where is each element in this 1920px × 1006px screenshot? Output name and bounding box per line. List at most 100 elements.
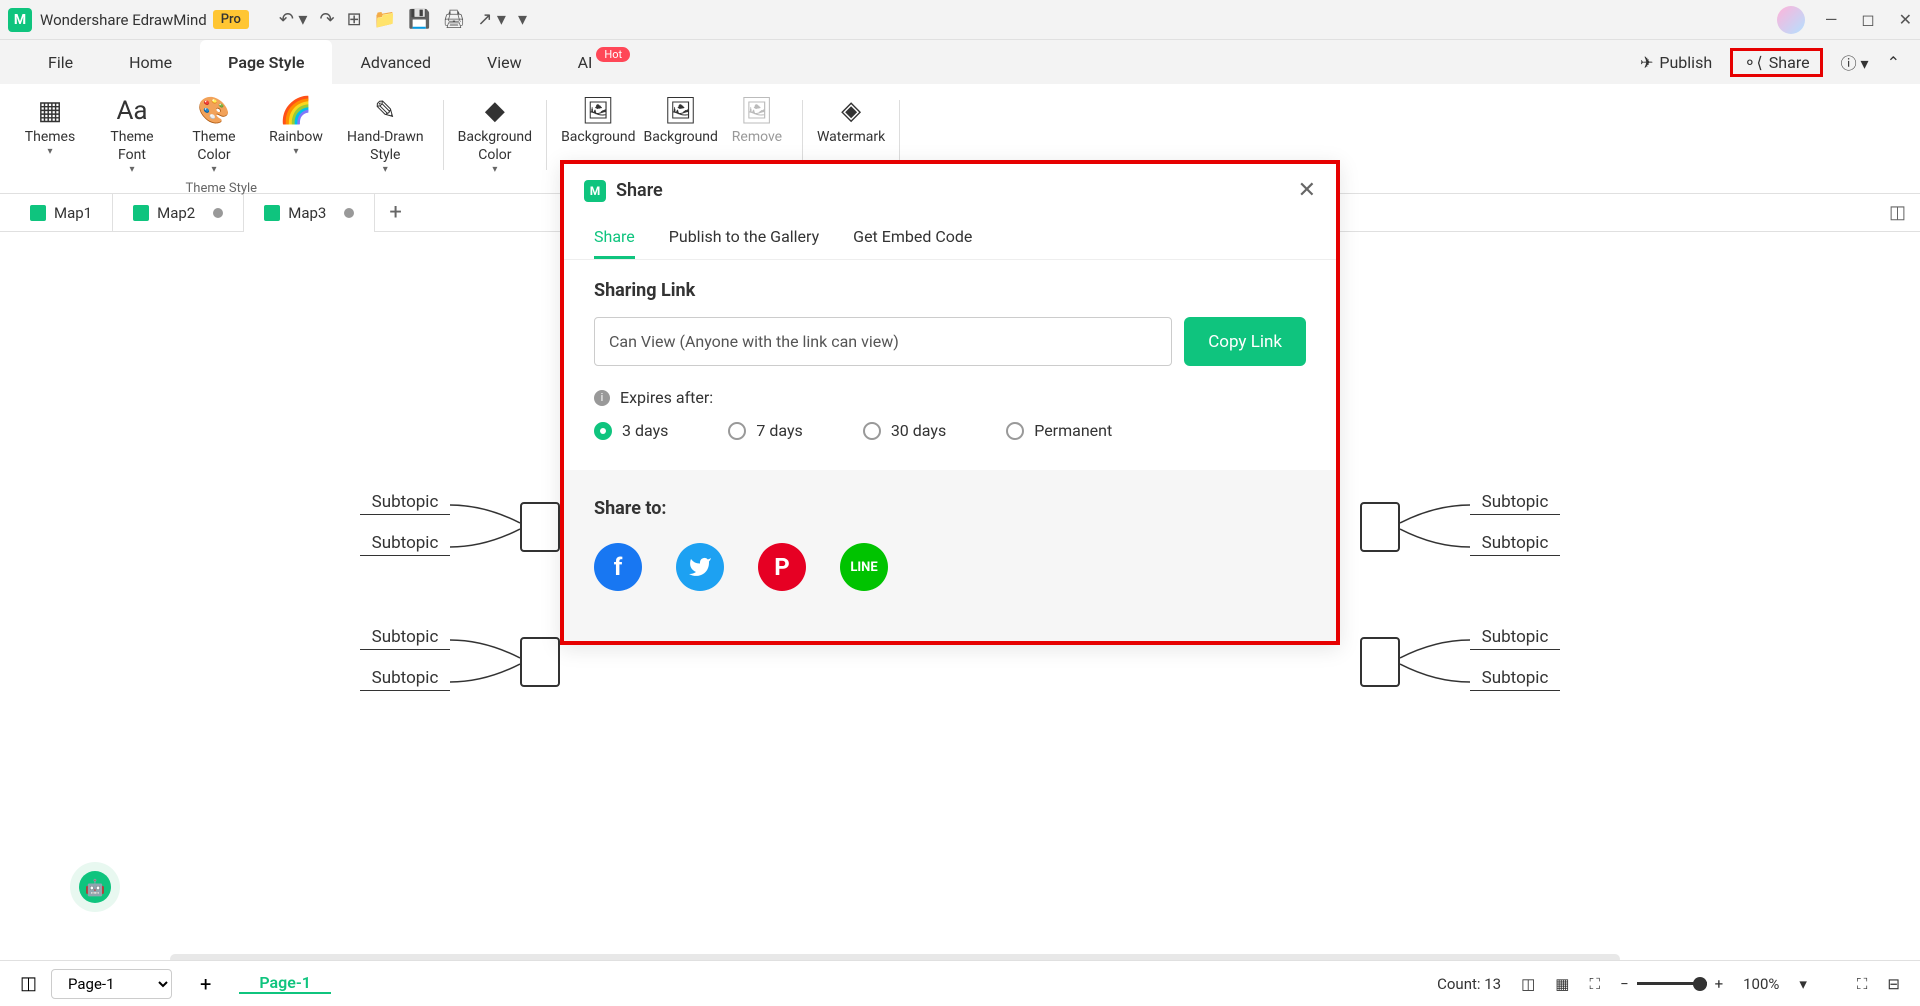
dialog-header: M Share ✕ [564,164,1336,217]
bg-color-button[interactable]: ◆ BackgroundColor ▾ [454,92,536,177]
subtopic-node[interactable]: Subtopic [360,668,450,691]
view-mode-1[interactable]: ◫ [1521,975,1535,993]
add-tab-button[interactable]: + [375,200,415,225]
fit-page-button[interactable]: ⛶ [1589,975,1600,993]
radio-7days[interactable]: 7 days [728,421,802,440]
zoom-slider[interactable]: − + [1620,975,1723,993]
rainbow-button[interactable]: 🌈 Rainbow ▾ [261,92,331,177]
share-link-input[interactable] [594,317,1172,366]
topic-box[interactable] [520,637,560,687]
pinterest-button[interactable]: P [758,543,806,591]
tab-map1[interactable]: Map1 [10,194,113,232]
minimize-button[interactable]: — [1825,10,1838,29]
help-button[interactable]: ⓘ ▾ [1841,50,1869,74]
zoom-out-button[interactable]: − [1620,975,1629,993]
subtopic-node[interactable]: Subtopic [1470,492,1560,515]
twitter-button[interactable] [676,543,724,591]
ai-assistant-button[interactable]: 🤖 [70,862,120,912]
dialog-title: Share [616,180,1298,201]
undo-button[interactable]: ↶ ▾ [279,9,308,30]
menu-file[interactable]: File [20,40,101,84]
radio-label: Permanent [1034,421,1112,440]
subtopic-node[interactable]: Subtopic [1470,627,1560,650]
close-button[interactable]: ✕ [1899,10,1912,29]
zoom-dropdown[interactable]: ▾ [1799,975,1807,993]
publish-button[interactable]: ✈ Publish [1640,53,1712,72]
menu-view[interactable]: View [459,40,550,84]
watermark-button[interactable]: ◈ Watermark [813,92,889,148]
share-button[interactable]: ⚬⟨ Share [1730,48,1822,77]
topic-box[interactable] [1360,637,1400,687]
bg2-button[interactable]: 🖼 Background [640,92,722,148]
subtopic-node[interactable]: Subtopic [360,492,450,515]
page-select[interactable]: Page-1 [51,969,172,999]
bg1-label: Background [561,128,635,146]
menu-ai[interactable]: AI Hot [550,40,659,84]
watermark-label: Watermark [817,128,885,146]
dialog-tabs: Share Publish to the Gallery Get Embed C… [564,217,1336,260]
add-page-button[interactable]: + [186,972,225,996]
panel-toggle-button[interactable]: ◫ [1875,202,1920,223]
dialog-body: Sharing Link Copy Link i Expires after: … [564,260,1336,470]
maximize-button[interactable]: ◻ [1861,10,1874,29]
tab-map2[interactable]: Map2 [113,194,244,232]
subtopic-node[interactable]: Subtopic [360,533,450,556]
print-button[interactable]: 🖨 [443,9,466,30]
redo-button[interactable]: ↷ [319,9,334,30]
new-button[interactable]: ⊞ [347,9,362,30]
bg2-icon: 🖼 [664,94,697,128]
radio-3days[interactable]: 3 days [594,421,668,440]
user-avatar[interactable] [1777,6,1805,34]
themes-button[interactable]: ▦ Themes ▾ [15,92,85,177]
pro-badge: Pro [213,10,249,29]
sharing-link-title: Sharing Link [594,280,1306,301]
share-dialog: M Share ✕ Share Publish to the Gallery G… [560,160,1340,645]
remove-label: Remove [732,128,782,146]
modified-indicator [213,208,223,218]
hand-drawn-label: Hand-DrawnStyle [347,128,424,164]
collapse-ribbon-button[interactable]: ⌃ [1887,53,1900,72]
dialog-close-button[interactable]: ✕ [1298,178,1316,203]
dialog-tab-share[interactable]: Share [594,217,635,259]
theme-font-button[interactable]: Aa ThemeFont ▾ [97,92,167,177]
save-button[interactable]: 💾 [408,9,430,30]
radio-permanent[interactable]: Permanent [1006,421,1112,440]
radio-label: 3 days [622,421,668,440]
menu-bar: File Home Page Style Advanced View AI Ho… [0,40,1920,84]
theme-color-label: ThemeColor [192,128,235,164]
fullscreen-button[interactable]: ⛶ [1857,975,1868,993]
copy-link-button[interactable]: Copy Link [1184,317,1306,366]
count-label: Count: 13 [1437,975,1501,993]
subtopic-node[interactable]: Subtopic [1470,668,1560,691]
dialog-app-icon: M [584,180,606,202]
subtopic-node[interactable]: Subtopic [360,627,450,650]
export-button[interactable]: ↗ ▾ [477,9,506,30]
topic-box[interactable] [520,502,560,552]
outline-button[interactable]: ◫ [20,973,37,994]
bg1-button[interactable]: 🖼 Background [557,92,639,148]
remove-button: 🖼 Remove [722,92,792,148]
tab-icon [264,205,280,221]
tab-icon [133,205,149,221]
rainbow-label: Rainbow [269,128,323,146]
page-tab-active[interactable]: Page-1 [239,973,331,994]
hand-drawn-button[interactable]: ✎ Hand-DrawnStyle ▾ [343,92,428,177]
view-mode-2[interactable]: ▦ [1555,975,1569,993]
radio-30days[interactable]: 30 days [863,421,946,440]
menu-advanced[interactable]: Advanced [332,40,459,84]
collapse-button[interactable]: ⊟ [1887,975,1900,993]
facebook-button[interactable]: f [594,543,642,591]
menu-home[interactable]: Home [101,40,200,84]
dialog-tab-embed[interactable]: Get Embed Code [853,217,972,259]
dialog-tab-gallery[interactable]: Publish to the Gallery [669,217,819,259]
open-button[interactable]: 📁 [374,9,396,30]
subtopic-node[interactable]: Subtopic [1470,533,1560,556]
line-button[interactable]: LINE [840,543,888,591]
bg2-label: Background [644,128,718,146]
topic-box[interactable] [1360,502,1400,552]
more-button[interactable]: ▾ [518,9,527,30]
menu-page-style[interactable]: Page Style [200,40,332,84]
theme-color-button[interactable]: 🎨 ThemeColor ▾ [179,92,249,177]
tab-map3[interactable]: Map3 [244,194,375,232]
zoom-in-button[interactable]: + [1715,975,1724,993]
